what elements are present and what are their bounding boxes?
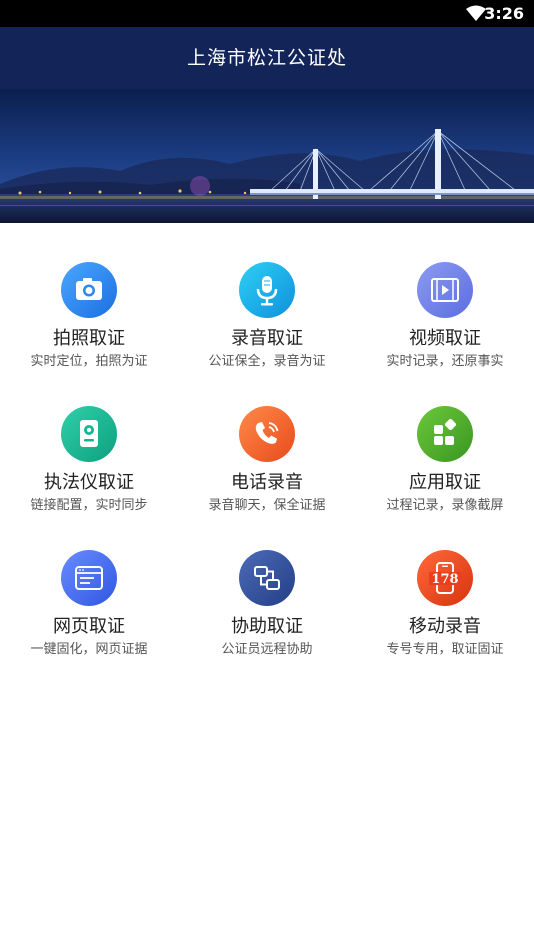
service-name: 视频取证	[409, 328, 481, 349]
app-grid-icon	[417, 406, 473, 462]
page-title: 上海市松江公证处	[186, 47, 347, 69]
service-name: 网页取证	[53, 616, 125, 637]
browser-window-icon	[61, 550, 117, 606]
service-name: 协助取证	[231, 616, 303, 637]
service-phone-recording[interactable]: 电话录音 录音聊天，保全证据	[178, 367, 356, 513]
wifi-icon	[466, 5, 486, 21]
service-bodycam-evidence[interactable]: 执法仪取证 链接配置，实时同步	[0, 367, 178, 513]
service-remote-assist[interactable]: 协助取证 公证员远程协助	[178, 511, 356, 657]
service-mobile-recording[interactable]: 178 移动录音 专号专用，取证固证	[356, 511, 534, 657]
service-name: 拍照取证	[53, 328, 125, 349]
phone-call-icon	[239, 406, 295, 462]
service-photo-evidence[interactable]: 拍照取证 实时定位，拍照为证	[0, 223, 178, 369]
status-time: 3:26	[484, 4, 524, 23]
service-name: 电话录音	[231, 472, 303, 493]
microphone-icon	[239, 262, 295, 318]
status-bar: 3:26	[0, 0, 534, 27]
mobile-badge-text: 178	[431, 572, 458, 587]
remote-assist-icon	[239, 550, 295, 606]
service-video-evidence[interactable]: 视频取证 实时记录，还原事实	[356, 223, 534, 369]
service-name: 应用取证	[409, 472, 481, 493]
camera-icon	[61, 262, 117, 318]
service-audio-evidence[interactable]: 录音取证 公证保全，录音为证	[178, 223, 356, 369]
service-desc: 公证员远程协助	[221, 642, 313, 657]
app-bar: 上海市松江公证处	[0, 27, 534, 89]
service-name: 移动录音	[409, 616, 481, 637]
service-app-evidence[interactable]: 应用取证 过程记录，录像截屏	[356, 367, 534, 513]
service-desc: 专号专用，取证固证	[386, 642, 504, 657]
service-desc: 一键固化，网页证据	[30, 642, 148, 657]
mobile-178-icon: 178	[417, 550, 473, 606]
body-camera-icon	[61, 406, 117, 462]
video-film-icon	[417, 262, 473, 318]
service-webpage-evidence[interactable]: 网页取证 一键固化，网页证据	[0, 511, 178, 657]
banner-image	[0, 89, 534, 223]
service-name: 执法仪取证	[44, 472, 134, 493]
service-name: 录音取证	[231, 328, 303, 349]
